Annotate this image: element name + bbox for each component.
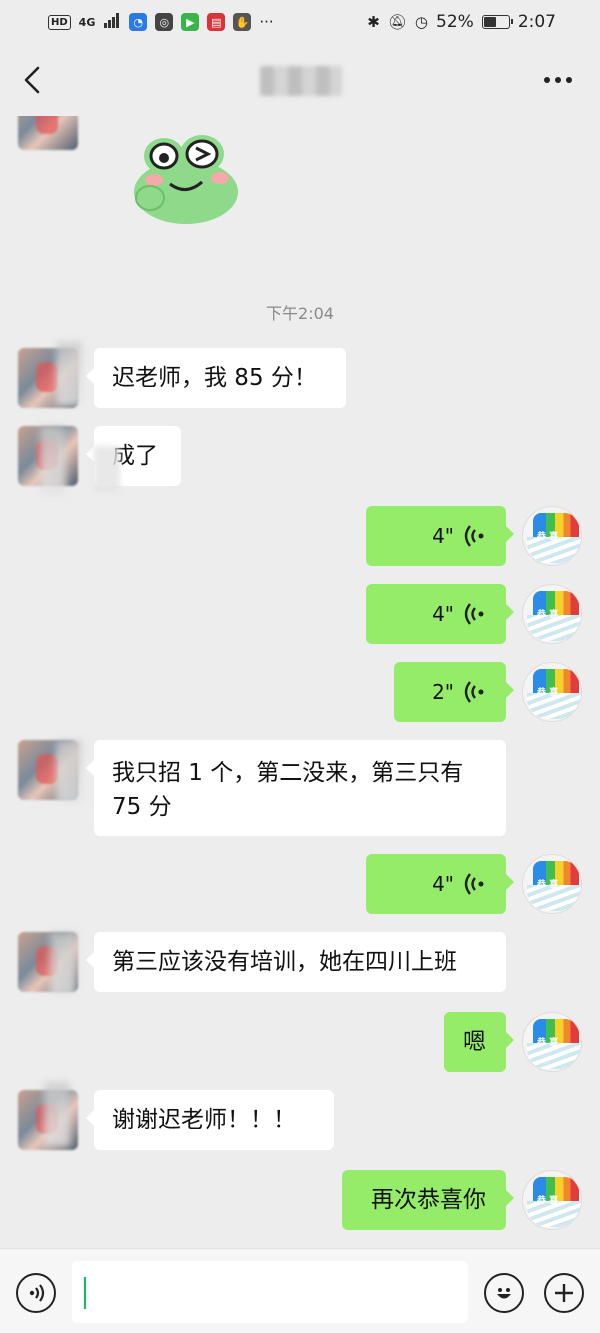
battery-level bbox=[483, 17, 496, 27]
avatar-blur bbox=[56, 342, 82, 406]
video-icon: ▶ bbox=[181, 13, 200, 31]
voice-content: 4" bbox=[432, 597, 486, 631]
avatar[interactable] bbox=[18, 116, 78, 150]
message-text: 我只招 1 个，第二没来，第三只有 75 分 bbox=[112, 760, 464, 820]
voice-message-bubble[interactable]: 4" bbox=[366, 854, 514, 914]
message-text: 第三应该没有培训，她在四川上班 bbox=[112, 949, 457, 975]
voice-message-bubble[interactable]: 2" bbox=[394, 662, 514, 722]
message-list[interactable]: 下午2:04 迟老师，我 85 分！ 成了 4" 恭 喜 4" 恭 喜 2" 恭… bbox=[0, 116, 600, 1248]
hd-badge: HD bbox=[48, 14, 71, 30]
status-time: 2:07 bbox=[517, 12, 556, 32]
message-bubble[interactable]: 迟老师，我 85 分！ bbox=[86, 348, 346, 408]
voice-content: 4" bbox=[432, 519, 486, 553]
message-bubble[interactable]: 第三应该没有培训，她在四川上班 bbox=[86, 932, 506, 992]
voice-duration: 4" bbox=[432, 872, 454, 896]
voice-content: 4" bbox=[432, 867, 486, 901]
back-arrow-icon[interactable] bbox=[2, 50, 62, 110]
text-caret bbox=[84, 1277, 86, 1309]
message-bubble[interactable]: 嗯 bbox=[444, 1012, 514, 1072]
bluetooth-icon: ✱ bbox=[367, 12, 380, 31]
shield-icon: ✋ bbox=[233, 13, 252, 31]
voice-duration: 2" bbox=[432, 680, 454, 704]
avatar-blur bbox=[56, 740, 82, 804]
voice-duration: 4" bbox=[432, 602, 454, 626]
message-text: 谢谢迟老师！！！ bbox=[112, 1107, 296, 1133]
voice-wave-icon bbox=[464, 681, 484, 703]
chat-header bbox=[0, 44, 600, 116]
status-bar-left: HD 4G ◔ ◎ ▶ ▤ ✋ ··· bbox=[48, 12, 274, 33]
more-functions-button[interactable] bbox=[544, 1273, 584, 1313]
avatar[interactable]: 恭 喜 bbox=[522, 1012, 582, 1072]
voice-wave-icon bbox=[464, 873, 484, 895]
message-input[interactable] bbox=[72, 1261, 468, 1323]
message-timestamp: 下午2:04 bbox=[266, 304, 334, 323]
message-bubble[interactable]: 我只招 1 个，第二没来，第三只有 75 分 bbox=[86, 740, 506, 836]
chat-title-blurred bbox=[260, 66, 342, 96]
speed-icon: ◷ bbox=[414, 12, 429, 31]
avatar[interactable]: 恭 喜 bbox=[522, 506, 582, 566]
battery-icon bbox=[481, 15, 513, 29]
avatar-blur bbox=[40, 426, 66, 496]
voice-content: 2" bbox=[432, 675, 486, 709]
message-bubble[interactable]: 谢谢迟老师！！！ bbox=[86, 1090, 334, 1150]
battery-percent: 52% bbox=[436, 12, 474, 32]
voice-duration: 4" bbox=[432, 524, 454, 548]
message-text: 再次恭喜你 bbox=[371, 1187, 486, 1213]
avatar[interactable]: 恭 喜 bbox=[522, 662, 582, 722]
plus-icon bbox=[555, 1284, 573, 1302]
mute-icon: 🔕︎ bbox=[387, 12, 407, 31]
avatar[interactable]: 恭 喜 bbox=[522, 584, 582, 644]
input-bar bbox=[0, 1248, 600, 1333]
message-text: 嗯 bbox=[463, 1029, 486, 1055]
status-bar-right: ✱ 🔕︎ ◷ 52% 2:07 bbox=[367, 12, 556, 32]
voice-input-button[interactable] bbox=[16, 1273, 56, 1313]
voice-message-bubble[interactable]: 4" bbox=[366, 584, 514, 644]
more-dots-icon: ··· bbox=[259, 12, 274, 31]
voice-message-bubble[interactable]: 4" bbox=[366, 506, 514, 566]
qq-browser-icon: ◔ bbox=[129, 13, 148, 31]
message-bubble[interactable]: 再次恭喜你 bbox=[342, 1170, 514, 1230]
avatar[interactable]: 恭 喜 bbox=[522, 1170, 582, 1230]
signal-icon bbox=[103, 12, 121, 33]
emoji-button[interactable] bbox=[484, 1273, 524, 1313]
blur-strip bbox=[94, 446, 120, 492]
status-bar: HD 4G ◔ ◎ ▶ ▤ ✋ ··· ✱ 🔕︎ ◷ 52% 2:07 bbox=[0, 0, 600, 44]
wechat-icon: ◎ bbox=[155, 13, 174, 31]
avatar-blur bbox=[44, 1082, 70, 1146]
smiley-icon bbox=[497, 1288, 511, 1299]
voice-wave-icon bbox=[464, 603, 484, 625]
avatar[interactable]: 恭 喜 bbox=[522, 854, 582, 914]
frog-sticker[interactable] bbox=[124, 126, 244, 226]
avatar-blur bbox=[50, 932, 76, 996]
voice-wave-icon bbox=[464, 525, 484, 547]
voice-toggle-icon bbox=[29, 1284, 45, 1302]
more-options-icon[interactable] bbox=[528, 50, 588, 110]
message-text: 迟老师，我 85 分！ bbox=[112, 365, 317, 391]
reader-icon: ▤ bbox=[207, 13, 226, 31]
network-label: 4G bbox=[78, 15, 96, 29]
